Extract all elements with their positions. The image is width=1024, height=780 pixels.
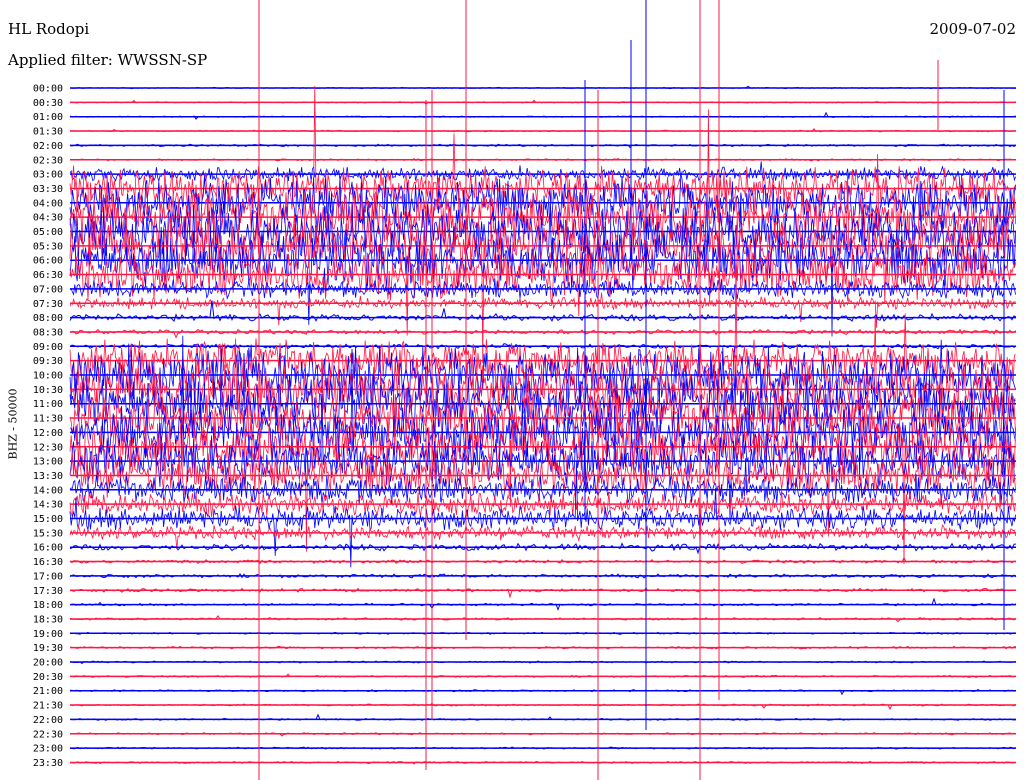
time-tick-label: 00:30 [33, 98, 63, 109]
time-tick-label: 05:00 [33, 227, 63, 238]
trace-group [69, 0, 1017, 780]
time-tick-label: 01:30 [33, 127, 63, 138]
time-tick-label: 19:30 [33, 643, 63, 654]
seismic-trace [69, 109, 1016, 364]
time-tick-label: 08:30 [33, 327, 63, 338]
time-tick-label: 15:00 [33, 514, 63, 525]
time-tick-label: 03:30 [33, 184, 63, 195]
time-tick-label: 02:00 [33, 141, 63, 152]
time-tick-label: 14:30 [33, 500, 63, 511]
time-tick-label: 20:00 [33, 658, 63, 669]
time-tick-label: 16:30 [33, 557, 63, 568]
time-tick-label: 16:00 [33, 543, 63, 554]
time-tick-label: 07:30 [33, 299, 63, 310]
helicorder-plot: 00:00 00:30 01:00 01:30 02:00 02:30 03:00 03:30… [33, 0, 1017, 780]
time-tick-label: 12:30 [33, 442, 63, 453]
time-tick-label: 17:30 [33, 586, 63, 597]
time-tick-label: 22:00 [33, 715, 63, 726]
seismic-trace [69, 587, 1017, 599]
seismic-trace [69, 702, 1017, 711]
time-tick-label: 13:00 [33, 457, 63, 468]
time-tick-label: 18:30 [33, 614, 63, 625]
time-tick-label: 19:00 [33, 629, 63, 640]
time-tick-label: 09:30 [33, 356, 63, 367]
time-tick-label: 18:00 [33, 600, 63, 611]
time-tick-label: 17:00 [33, 571, 63, 582]
time-tick-label: 14:00 [33, 485, 63, 496]
time-tick-label: 10:00 [33, 371, 63, 382]
time-tick-label: 07:00 [33, 284, 63, 295]
time-tick-label: 03:00 [33, 170, 63, 181]
time-tick-label: 23:00 [33, 744, 63, 755]
time-tick-label: 04:30 [33, 213, 63, 224]
time-tick-label: 20:30 [33, 672, 63, 683]
time-tick-label: 11:00 [33, 399, 63, 410]
time-tick-label: 05:30 [33, 241, 63, 252]
time-tick-label: 12:00 [33, 428, 63, 439]
time-tick-label: 21:30 [33, 701, 63, 712]
seismic-trace [69, 524, 1016, 550]
time-tick-label: 10:30 [33, 385, 63, 396]
time-tick-label: 01:00 [33, 112, 63, 123]
time-tick-label: 09:00 [33, 342, 63, 353]
time-tick-label: 15:30 [33, 528, 63, 539]
time-tick-label: 02:30 [33, 155, 63, 166]
seismic-trace [69, 542, 1017, 555]
time-tick-label: 21:00 [33, 686, 63, 697]
time-tick-label: 13:30 [33, 471, 63, 482]
time-tick-label: 08:00 [33, 313, 63, 324]
tick-label-group: 00:00 00:30 01:00 01:30 02:00 02:30 03:00 03:30… [33, 84, 63, 769]
time-tick-label: 04:00 [33, 198, 63, 209]
time-tick-label: 06:00 [33, 256, 63, 267]
time-tick-label: 00:00 [33, 84, 63, 95]
seismic-trace [69, 292, 1016, 328]
time-tick-label: 23:30 [33, 758, 63, 769]
time-tick-label: 11:30 [33, 414, 63, 425]
time-tick-label: 06:30 [33, 270, 63, 281]
time-tick-label: 22:30 [33, 729, 63, 740]
seismic-trace [69, 556, 1016, 565]
seismic-trace [69, 328, 1017, 339]
